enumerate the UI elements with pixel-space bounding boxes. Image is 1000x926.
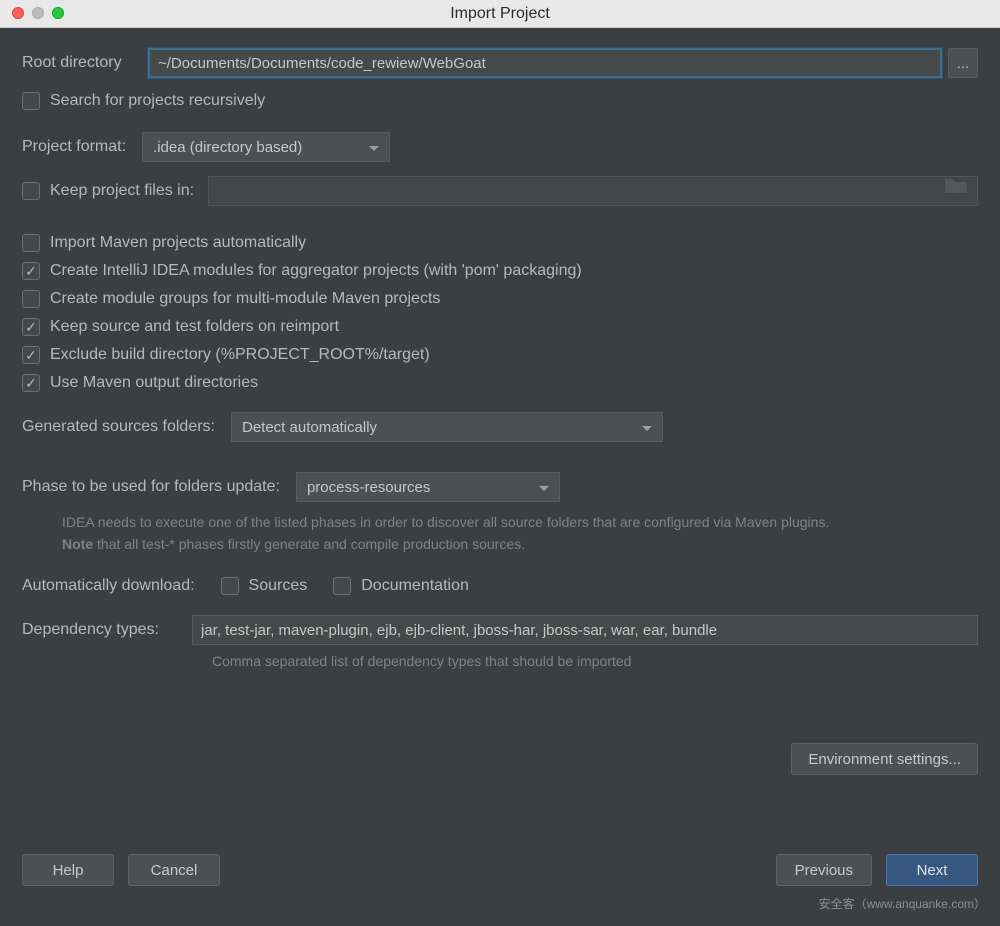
- cancel-button[interactable]: Cancel: [128, 854, 220, 886]
- maven-option-label: Exclude build directory (%PROJECT_ROOT%/…: [50, 346, 430, 364]
- maven-option-label: Create module groups for multi-module Ma…: [50, 290, 440, 308]
- checkbox-icon: [22, 290, 40, 308]
- root-directory-input[interactable]: [148, 48, 942, 78]
- checkbox-icon: [22, 374, 40, 392]
- maven-option-checkbox[interactable]: Exclude build directory (%PROJECT_ROOT%/…: [22, 346, 978, 364]
- checkbox-icon: [22, 262, 40, 280]
- traffic-lights: [12, 7, 64, 19]
- search-recursive-label: Search for projects recursively: [50, 92, 265, 110]
- title-bar: Import Project: [0, 0, 1000, 28]
- maven-option-label: Use Maven output directories: [50, 374, 258, 392]
- maven-option-checkbox[interactable]: Keep source and test folders on reimport: [22, 318, 978, 336]
- project-format-select[interactable]: .idea (directory based): [142, 132, 390, 162]
- checkbox-icon: [22, 182, 40, 200]
- maven-option-label: Import Maven projects automatically: [50, 234, 306, 252]
- checkbox-icon: [22, 234, 40, 252]
- watermark: 安全客（www.anquanke.com）: [819, 895, 986, 912]
- maven-option-checkbox[interactable]: Import Maven projects automatically: [22, 234, 978, 252]
- checkbox-icon: [333, 577, 351, 595]
- minimize-window-icon[interactable]: [32, 7, 44, 19]
- phase-label: Phase to be used for folders update:: [22, 478, 280, 496]
- phase-hint: IDEA needs to execute one of the listed …: [62, 512, 978, 555]
- phase-value: process-resources: [307, 479, 430, 496]
- keep-files-input[interactable]: [208, 176, 978, 206]
- close-window-icon[interactable]: [12, 7, 24, 19]
- project-format-value: .idea (directory based): [153, 139, 302, 156]
- maven-option-checkbox[interactable]: Use Maven output directories: [22, 374, 978, 392]
- folder-icon: [945, 177, 967, 193]
- maximize-window-icon[interactable]: [52, 7, 64, 19]
- auto-download-docs-label: Documentation: [361, 577, 469, 595]
- dependency-types-input[interactable]: [192, 615, 978, 645]
- search-recursive-checkbox[interactable]: Search for projects recursively: [22, 92, 978, 110]
- phase-select[interactable]: process-resources: [296, 472, 560, 502]
- window-title: Import Project: [0, 5, 1000, 23]
- generated-sources-label: Generated sources folders:: [22, 418, 215, 436]
- dependency-types-hint: Comma separated list of dependency types…: [212, 651, 978, 673]
- project-format-label: Project format:: [22, 138, 126, 156]
- next-button[interactable]: Next: [886, 854, 978, 886]
- generated-sources-select[interactable]: Detect automatically: [231, 412, 663, 442]
- browse-button[interactable]: ...: [948, 48, 978, 78]
- keep-files-checkbox[interactable]: Keep project files in:: [22, 182, 194, 200]
- maven-option-checkbox[interactable]: Create module groups for multi-module Ma…: [22, 290, 978, 308]
- environment-settings-button[interactable]: Environment settings...: [791, 743, 978, 775]
- generated-sources-value: Detect automatically: [242, 419, 377, 436]
- keep-files-label: Keep project files in:: [50, 182, 194, 200]
- checkbox-icon: [22, 318, 40, 336]
- auto-download-sources-checkbox[interactable]: Sources: [221, 577, 308, 595]
- checkbox-icon: [221, 577, 239, 595]
- checkbox-icon: [22, 92, 40, 110]
- auto-download-sources-label: Sources: [249, 577, 308, 595]
- auto-download-docs-checkbox[interactable]: Documentation: [333, 577, 469, 595]
- previous-button[interactable]: Previous: [776, 854, 872, 886]
- maven-option-label: Create IntelliJ IDEA modules for aggrega…: [50, 262, 582, 280]
- maven-option-checkbox[interactable]: Create IntelliJ IDEA modules for aggrega…: [22, 262, 978, 280]
- root-directory-label: Root directory: [22, 54, 148, 72]
- help-button[interactable]: Help: [22, 854, 114, 886]
- maven-option-label: Keep source and test folders on reimport: [50, 318, 339, 336]
- auto-download-label: Automatically download:: [22, 577, 195, 595]
- checkbox-icon: [22, 346, 40, 364]
- dependency-types-label: Dependency types:: [22, 621, 192, 639]
